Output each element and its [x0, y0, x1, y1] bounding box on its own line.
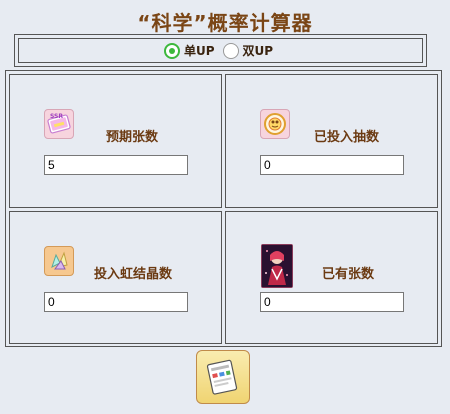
expected-cards-input[interactable]: [44, 155, 188, 175]
draw-ticket-icon: [260, 109, 290, 139]
single-up-label[interactable]: 单UP: [184, 42, 215, 59]
character-card-icon: [261, 244, 293, 288]
rainbow-crystal-icon: [44, 246, 74, 276]
ssr-card-icon: SSR: [44, 109, 74, 139]
expected-cards-label: 预期张数: [106, 130, 159, 145]
expected-cards-cell: SSR 预期张数: [9, 74, 222, 208]
calculate-button[interactable]: [196, 350, 250, 404]
double-up-radio[interactable]: [222, 42, 239, 59]
double-up-label[interactable]: 双UP: [243, 42, 274, 59]
input-grid: SSR 预期张数 已投入抽数 投入: [5, 70, 442, 347]
crystals-invested-input[interactable]: [44, 292, 188, 312]
draws-invested-cell: 已投入抽数: [225, 74, 438, 208]
owned-cards-label: 已有张数: [322, 267, 375, 282]
owned-cards-cell: 已有张数: [225, 211, 438, 344]
draws-invested-label: 已投入抽数: [314, 130, 380, 145]
mode-selector: 单UP 双UP: [14, 34, 427, 67]
crystals-invested-label: 投入虹结晶数: [94, 267, 173, 282]
page-title: “科学”概率计算器: [137, 11, 313, 35]
single-up-radio[interactable]: [163, 42, 180, 59]
draws-invested-input[interactable]: [260, 155, 404, 175]
svg-text:SSR: SSR: [50, 113, 63, 120]
calculator-notebook-icon: [206, 359, 238, 395]
owned-cards-input[interactable]: [260, 292, 404, 312]
crystals-invested-cell: 投入虹结晶数: [9, 211, 222, 344]
